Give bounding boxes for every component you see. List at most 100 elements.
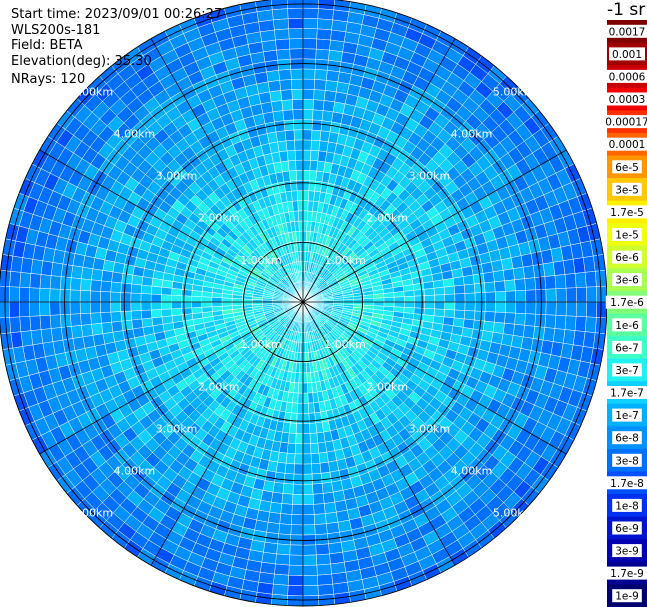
ppi-gate <box>326 521 340 535</box>
ppi-gate <box>424 301 435 310</box>
ppi-gate <box>297 210 304 222</box>
ppi-gate <box>522 325 536 339</box>
ppi-gate <box>307 382 313 394</box>
colorbar-tick-label: 0.0003 <box>609 94 646 106</box>
range-label: 3.00km <box>409 170 451 183</box>
ppi-gate <box>111 320 124 333</box>
ppi-gate <box>130 301 142 312</box>
ppi-gate <box>317 18 333 31</box>
ppi-gate <box>120 310 132 322</box>
ppi-gate <box>295 423 304 434</box>
ppi-gate <box>140 309 153 320</box>
ppi-gate <box>272 8 289 21</box>
ppi-gate <box>308 412 316 424</box>
ppi-gate <box>150 301 162 311</box>
ppi-gate <box>266 521 280 535</box>
ppi-gate <box>211 301 223 308</box>
ppi-gate <box>512 323 525 338</box>
range-label: 2.00km <box>198 380 240 393</box>
ppi-gate <box>279 79 293 91</box>
ppi-gate <box>161 286 173 296</box>
ppi-gate <box>454 301 466 311</box>
ppi-gate <box>292 200 299 212</box>
ppi-gate <box>296 180 304 191</box>
ppi-gate <box>434 294 446 303</box>
ppi-gate <box>324 80 339 93</box>
ppi-gate <box>141 317 154 328</box>
colorbar-unit-label: -1 sr <box>607 0 646 20</box>
ppi-gate <box>403 301 415 309</box>
ppi-gate <box>302 544 317 556</box>
range-label: 3.00km <box>156 170 198 183</box>
ppi-gate <box>201 301 213 308</box>
ppi-gate <box>8 301 20 318</box>
ppi-gate <box>171 294 182 303</box>
ppi-gate <box>264 121 277 134</box>
ppi-gate <box>297 200 304 212</box>
ppi-gate <box>289 544 304 556</box>
ppi-gate <box>160 294 172 303</box>
ppi-gate <box>91 322 104 336</box>
colorbar-tick-label: 6e-9 <box>615 523 639 535</box>
range-label: 4.00km <box>451 127 493 140</box>
ppi-gate <box>514 278 526 292</box>
ppi-gate <box>39 315 52 330</box>
colorbar-tick-label: 6e-6 <box>615 252 639 264</box>
range-label: 3.00km <box>409 422 451 435</box>
ppi-gate <box>294 139 304 151</box>
ppi-gate <box>555 287 567 303</box>
ppi-gate <box>482 271 495 284</box>
ppi-gate <box>302 38 318 50</box>
ppi-gate <box>312 483 324 495</box>
ppi-gate <box>403 290 415 297</box>
ppi-gate <box>596 301 608 319</box>
ppi-gate <box>321 481 334 494</box>
ppi-gate <box>314 523 328 535</box>
ppi-gate <box>288 170 297 182</box>
ppi-gate <box>294 149 304 161</box>
ppi-gate <box>39 287 51 303</box>
ppi-gate <box>482 320 495 333</box>
ppi-gate <box>287 160 297 172</box>
ppi-gate <box>140 284 153 295</box>
ppi-gate <box>544 275 557 290</box>
colorbar-tick-label: 6e-5 <box>615 162 639 174</box>
ppi-gate <box>316 553 331 566</box>
ppi-gate <box>298 220 304 232</box>
ppi-gate <box>140 293 152 303</box>
ppi-figure: 1.00km 1.00km 1.00km 1.00km 2.00km 2.00km 2.00… <box>0 0 647 607</box>
ppi-gate <box>9 316 22 333</box>
ppi-gate <box>554 315 567 330</box>
ppi-gate <box>302 159 311 171</box>
ppi-gate <box>545 301 557 316</box>
ppi-gate <box>328 460 340 473</box>
ppi-gate <box>584 316 597 333</box>
ppi-gate <box>314 69 328 81</box>
ppi-gate <box>50 327 64 342</box>
ppi-gate <box>275 553 290 566</box>
ppi-gate <box>494 280 506 293</box>
ppi-gate <box>287 18 304 30</box>
ppi-gate <box>70 265 84 279</box>
ppi-gate <box>269 90 283 103</box>
ppi-gate <box>443 309 456 319</box>
ppi-gate <box>293 129 304 141</box>
ppi-gate <box>302 554 318 566</box>
ppi-gate <box>290 524 304 536</box>
ppi-gate <box>296 402 304 414</box>
ppi-gate <box>112 330 125 343</box>
colorbar-tick-label: 3e-7 <box>615 365 639 377</box>
colorbar-tick-label: 1.7e-9 <box>610 568 644 580</box>
ppi-gate <box>302 423 311 434</box>
ppi-gate <box>283 473 295 485</box>
ppi-gate <box>302 149 312 161</box>
ppi-gate <box>150 285 163 295</box>
elevation-label: Elevation(deg): 35.30 <box>11 54 152 69</box>
ppi-gate <box>49 275 62 290</box>
ppi-gate <box>484 311 496 323</box>
ppi-gate <box>302 28 318 40</box>
ppi-gate <box>120 301 132 312</box>
ppi-gate <box>505 290 517 303</box>
colorbar-tick-label: 0.0017 <box>609 26 646 38</box>
ppi-gate <box>29 301 41 317</box>
